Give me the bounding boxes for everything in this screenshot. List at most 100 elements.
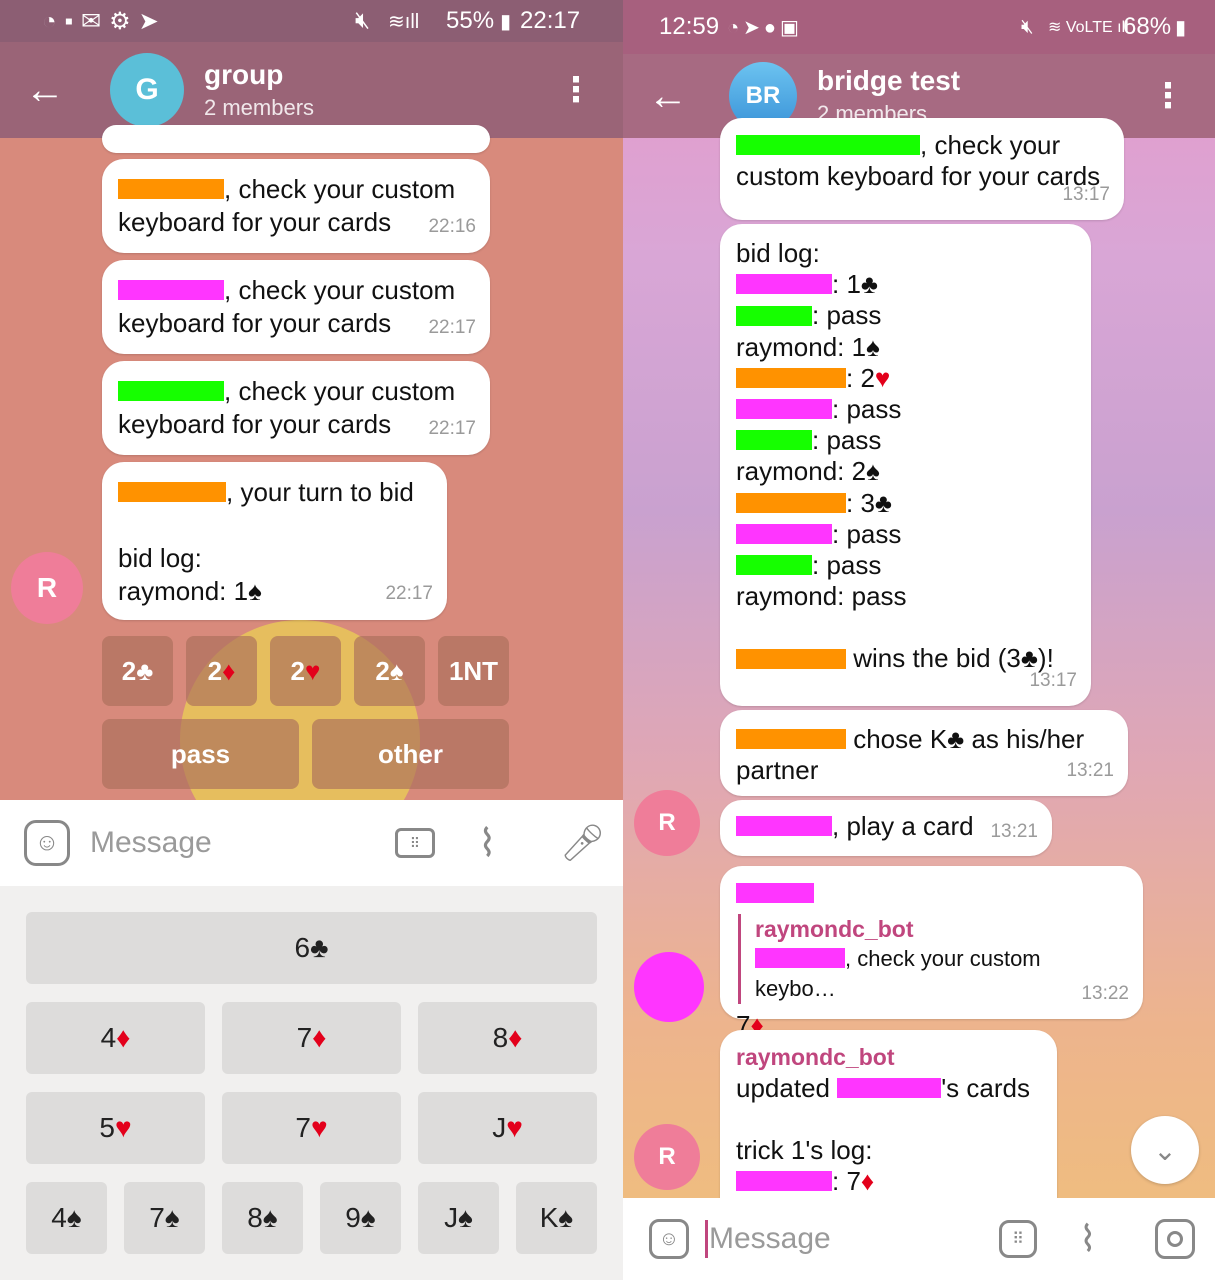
keyboard-icon[interactable]: ⠿ <box>395 828 435 858</box>
message-text: , check your custom <box>224 174 456 204</box>
attach-icon[interactable]: ⌇ <box>1079 1218 1097 1260</box>
bid-log-line: : pass <box>812 425 882 456</box>
message-bubble-partial <box>102 125 490 153</box>
more-menu-icon[interactable]: ⋮ <box>559 70 593 110</box>
card-key[interactable]: 6♣ <box>26 912 597 984</box>
sender-avatar[interactable]: R <box>634 1124 700 1190</box>
chevron-down-icon: ⌄ <box>1153 1134 1177 1166</box>
redacted-name <box>736 305 812 326</box>
mute-icon: 🔇︎ <box>1021 15 1034 38</box>
bid-log-line: raymond: 1 <box>118 576 249 606</box>
redacted-name <box>118 280 224 301</box>
message-input[interactable]: Message <box>90 826 212 860</box>
sender-avatar[interactable]: R <box>634 790 700 856</box>
bid-button-pass[interactable]: pass <box>102 719 299 789</box>
card-key[interactable]: 7♥ <box>222 1092 401 1164</box>
message-bubble: , check your custom keyboard for your ca… <box>102 260 490 354</box>
status-bar: ◔▪✉⚙➤ 🔇︎ ≋ıll 55% ▮ 22:17 <box>0 0 623 42</box>
redacted-name <box>736 492 846 513</box>
card-key-label: K♠ <box>539 1202 574 1233</box>
message-time: 22:17 <box>428 317 476 338</box>
mute-icon: 🔇︎ <box>355 7 371 34</box>
card-key-label: 9♠ <box>345 1202 376 1233</box>
text-cursor <box>705 1220 708 1258</box>
battery-icon: ▮ <box>1175 16 1187 39</box>
bid-button-1nt[interactable]: 1NT <box>438 636 509 706</box>
quote-sender: raymondc_bot <box>755 916 914 942</box>
camera-icon[interactable] <box>1155 1219 1195 1259</box>
bid-log-line: : pass <box>812 300 882 331</box>
bid-button-2d[interactable]: 2 ♦ <box>186 636 257 706</box>
card-key-label: 7♦ <box>296 1022 327 1053</box>
message-text: partner <box>736 755 819 785</box>
bid-button-2s[interactable]: 2♠ <box>354 636 425 706</box>
redacted-name <box>736 1171 832 1192</box>
back-arrow-icon[interactable]: ← <box>623 74 713 119</box>
message-text: keyboard for your cards <box>118 409 392 439</box>
redacted-name <box>736 367 846 388</box>
card-key-label: 8♦ <box>492 1022 523 1053</box>
wifi-signal-icon: ≋ VoLTE ıll <box>1048 19 1129 36</box>
chat-subtitle: 2 members <box>204 95 315 120</box>
notification-icons: ◔▪✉⚙➤ <box>42 7 167 35</box>
attach-icon[interactable]: ⌇ <box>478 821 497 866</box>
card-key[interactable]: K♠ <box>516 1182 597 1254</box>
redacted-name <box>837 1078 942 1099</box>
sticker-icon[interactable]: ☺ <box>649 1219 689 1259</box>
bid-log-title: bid log: <box>118 543 202 573</box>
message-text: , check your custom <box>224 376 456 406</box>
reply-quote[interactable]: raymondc_bot , check your custom keybo… <box>738 914 1127 1004</box>
bid-button-2c[interactable]: 2♣ <box>102 636 173 706</box>
group-avatar[interactable]: G <box>110 53 184 127</box>
bid-log-line: : 1♣ <box>832 269 878 300</box>
battery-percent: 68% <box>1123 13 1172 40</box>
redacted-name <box>736 430 812 451</box>
message-bubble: , check your custom keyboard for your ca… <box>102 361 490 455</box>
bid-log-line: : pass <box>832 394 902 425</box>
message-bubble: chose K♣ as his/her partner 13:21 <box>720 710 1128 796</box>
card-key[interactable]: 9♠ <box>320 1182 401 1254</box>
back-arrow-icon[interactable]: ← <box>0 68 90 113</box>
bid-button-2h[interactable]: 2 ♥ <box>270 636 341 706</box>
redacted-name <box>736 729 846 750</box>
message-bubble: bid log: : 1♣ : pass raymond: 1♠ : 2♥ : … <box>720 224 1091 706</box>
custom-card-keyboard: 6♣ 4♦ 7♦ 8♦ 5♥ 7♥ J♥ 4♠ 7♠ 8♠ 9♠ J♠ K♠ <box>0 886 623 1280</box>
clock: 12:59 <box>659 13 720 40</box>
bid-button-other[interactable]: other <box>312 719 509 789</box>
card-key[interactable]: J♠ <box>418 1182 499 1254</box>
battery-percent: 55% <box>446 7 495 34</box>
card-key[interactable]: 4♠ <box>26 1182 107 1254</box>
card-key[interactable]: 5♥ <box>26 1092 205 1164</box>
chat-title[interactable]: bridge test <box>817 65 960 97</box>
card-key[interactable]: 7♦ <box>222 1002 401 1074</box>
card-key-label: 6♣ <box>294 932 329 963</box>
trick-log-line: : 7♦ <box>832 1166 875 1196</box>
bot-commands-icon[interactable]: ⠿ <box>999 1220 1037 1258</box>
sender-avatar-redacted[interactable] <box>634 952 704 1022</box>
card-key[interactable]: J♥ <box>418 1092 597 1164</box>
chat-title[interactable]: group <box>204 59 314 91</box>
more-menu-icon[interactable]: ⋮ <box>1151 76 1185 116</box>
sender-avatar[interactable]: R <box>11 552 83 624</box>
message-text: 's cards <box>941 1073 1030 1103</box>
card-key-label: 7♥ <box>295 1112 328 1143</box>
message-bubble: raymondc_bot , check your custom keybo… … <box>720 866 1143 1040</box>
battery-icon: ▮ <box>500 10 512 33</box>
card-key[interactable]: 4♦ <box>26 1002 205 1074</box>
message-input[interactable]: Message <box>709 1222 831 1256</box>
card-key[interactable]: 7♠ <box>124 1182 205 1254</box>
message-text: , play a card <box>832 811 974 841</box>
card-key-label: 4♦ <box>100 1022 131 1053</box>
sticker-icon[interactable]: ☺ <box>24 820 70 866</box>
redacted-name <box>736 648 846 669</box>
message-time: 22:16 <box>428 216 476 237</box>
scroll-down-button[interactable]: ⌄ <box>1131 1116 1199 1184</box>
clock: 22:17 <box>520 7 581 34</box>
card-key[interactable]: 8♠ <box>222 1182 303 1254</box>
message-time: 13:17 <box>1029 669 1077 691</box>
card-key[interactable]: 8♦ <box>418 1002 597 1074</box>
microphone-icon[interactable]: 🎤︎ <box>560 822 606 864</box>
redacted-name <box>118 381 224 402</box>
message-bubble: , play a card 13:21 <box>720 800 1052 856</box>
bid-log-line: raymond: 1♠ <box>736 331 880 362</box>
